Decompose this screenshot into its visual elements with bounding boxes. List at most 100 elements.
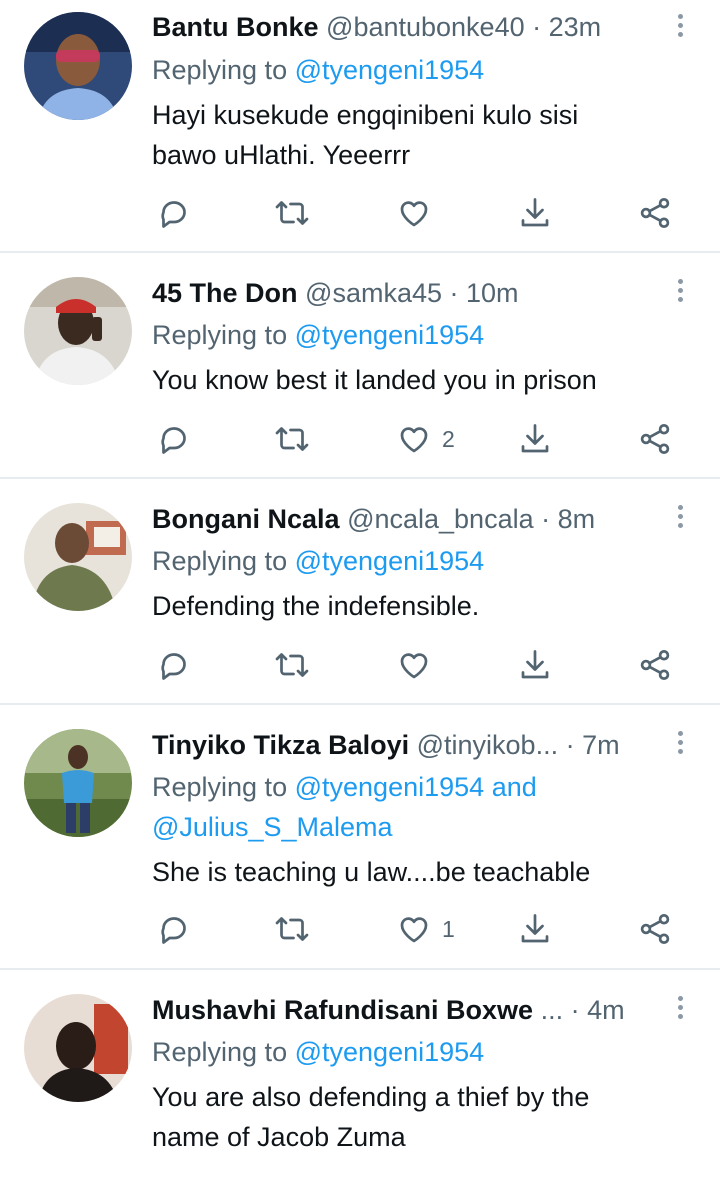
reply-item[interactable]: 45 The Don @samka45 · 10m Replying to @t… [0, 253, 720, 477]
replying-prefix: Replying to [152, 55, 288, 85]
download-button[interactable] [517, 909, 553, 949]
reply-icon [161, 917, 186, 944]
mention-link[interactable]: @tyengeni1954 [295, 772, 485, 802]
retweet-button[interactable] [272, 193, 312, 233]
author-handle[interactable]: @samka45 [305, 278, 442, 308]
reply-item[interactable]: Tinyiko Tikza Baloyi @tinyikob... · 7m R… [0, 705, 720, 969]
reply-button[interactable] [156, 909, 192, 949]
reply-text: You are also defending a thief by the na… [152, 1077, 660, 1157]
mention-link[interactable]: @tyengeni1954 [295, 546, 485, 576]
share-icon [640, 198, 670, 228]
reply-text: Hayi kusekude engqinibeni kulo sisi bawo… [152, 95, 660, 175]
mention-link[interactable]: @tyengeni1954 [295, 55, 485, 85]
author-name[interactable]: Bantu Bonke [152, 12, 319, 42]
reply-icon [161, 201, 186, 228]
avatar[interactable] [24, 12, 132, 120]
author-handle[interactable]: @bantubonke40 [326, 12, 525, 42]
share-button[interactable] [637, 419, 673, 459]
retweet-button[interactable] [272, 909, 312, 949]
reply-text-line: You are also defending a thief by the [152, 1082, 590, 1112]
reply-button[interactable] [156, 193, 192, 233]
author-name[interactable]: Bongani Ncala [152, 504, 340, 534]
author-name[interactable]: Tinyiko Tikza Baloyi [152, 730, 409, 760]
reply-button[interactable] [156, 419, 192, 459]
more-vertical-icon[interactable] [678, 14, 686, 41]
replying-prefix: Replying to [152, 546, 288, 576]
replying-prefix: Replying to [152, 1037, 288, 1067]
download-icon [521, 914, 549, 943]
share-icon [640, 914, 670, 944]
author-name[interactable]: Mushavhi Rafundisani Boxwe [152, 995, 533, 1025]
retweet-button[interactable] [272, 645, 312, 685]
avatar[interactable] [24, 503, 132, 611]
retweet-icon [275, 427, 309, 451]
more-vertical-icon[interactable] [678, 279, 686, 306]
like-count: 2 [442, 425, 455, 452]
replying-to-line: Replying to @tyengeni1954 [152, 47, 680, 93]
action-bar [0, 645, 720, 685]
avatar[interactable] [24, 277, 132, 385]
reply-text-line: You know best it landed you in prison [152, 365, 597, 395]
retweet-icon [275, 653, 309, 677]
like-button[interactable]: 2 [396, 419, 455, 459]
heart-icon [400, 653, 428, 679]
reply-text-line: Hayi kusekude engqinibeni kulo sisi [152, 100, 579, 130]
share-icon [640, 650, 670, 680]
reply-header: 45 The Don @samka45 · 10m [152, 276, 660, 310]
like-button[interactable] [396, 193, 442, 233]
more-vertical-icon[interactable] [678, 505, 686, 532]
timestamp[interactable]: · 4m [571, 995, 625, 1025]
reply-text: You know best it landed you in prison [152, 360, 660, 400]
replying-prefix: Replying to [152, 772, 288, 802]
heart-icon [400, 917, 428, 943]
author-handle[interactable]: ... [541, 995, 564, 1025]
more-vertical-icon[interactable] [678, 731, 686, 758]
reply-icon [161, 427, 186, 454]
action-bar: 2 [0, 419, 720, 459]
reply-item[interactable]: Bongani Ncala @ncala_bncala · 8m Replyin… [0, 479, 720, 703]
replying-to-line: Replying to @tyengeni1954 and @Julius_S_… [152, 764, 680, 850]
reply-header: Bantu Bonke @bantubonke40 · 23m [152, 10, 660, 44]
author-name[interactable]: 45 The Don [152, 278, 298, 308]
timestamp[interactable]: · 10m [450, 278, 519, 308]
author-handle[interactable]: @tinyikob... [417, 730, 558, 760]
reply-text-line: She is teaching u law....be teachable [152, 857, 591, 887]
share-button[interactable] [637, 645, 673, 685]
mention-link[interactable]: @tyengeni1954 [295, 320, 485, 350]
heart-icon [400, 427, 428, 453]
share-icon [640, 424, 670, 454]
avatar[interactable] [24, 994, 132, 1102]
like-button[interactable] [396, 645, 442, 685]
replying-to-line: Replying to @tyengeni1954 [152, 538, 680, 584]
author-handle[interactable]: @ncala_bncala [347, 504, 534, 534]
download-button[interactable] [517, 193, 553, 233]
retweet-icon [275, 917, 309, 941]
retweet-button[interactable] [272, 419, 312, 459]
download-button[interactable] [517, 645, 553, 685]
like-button[interactable]: 1 [396, 909, 455, 949]
more-vertical-icon[interactable] [678, 996, 686, 1023]
reply-header: Mushavhi Rafundisani Boxwe ... · 4m [152, 993, 660, 1027]
timestamp[interactable]: · 23m [532, 12, 601, 42]
download-icon [521, 650, 549, 679]
timestamp[interactable]: · 8m [541, 504, 595, 534]
replying-and: and [491, 772, 537, 802]
replying-to-line: Replying to @tyengeni1954 [152, 1029, 680, 1075]
action-bar [0, 193, 720, 233]
reply-text-line: Defending the indefensible. [152, 591, 480, 621]
download-button[interactable] [517, 419, 553, 459]
reply-item[interactable]: Bantu Bonke @bantubonke40 · 23m Replying… [0, 0, 720, 252]
reply-header: Bongani Ncala @ncala_bncala · 8m [152, 502, 660, 536]
reply-icon [161, 653, 186, 680]
reply-item[interactable]: Mushavhi Rafundisani Boxwe ... · 4m Repl… [0, 970, 720, 1179]
avatar[interactable] [24, 729, 132, 837]
download-icon [521, 198, 549, 227]
reply-text-line: name of Jacob Zuma [152, 1122, 406, 1152]
share-button[interactable] [637, 909, 673, 949]
reply-text: Defending the indefensible. [152, 586, 660, 626]
mention-link[interactable]: @tyengeni1954 [295, 1037, 485, 1067]
reply-button[interactable] [156, 645, 192, 685]
share-button[interactable] [637, 193, 673, 233]
mention-link-2[interactable]: @Julius_S_Malema [152, 812, 393, 842]
timestamp[interactable]: · 7m [566, 730, 620, 760]
